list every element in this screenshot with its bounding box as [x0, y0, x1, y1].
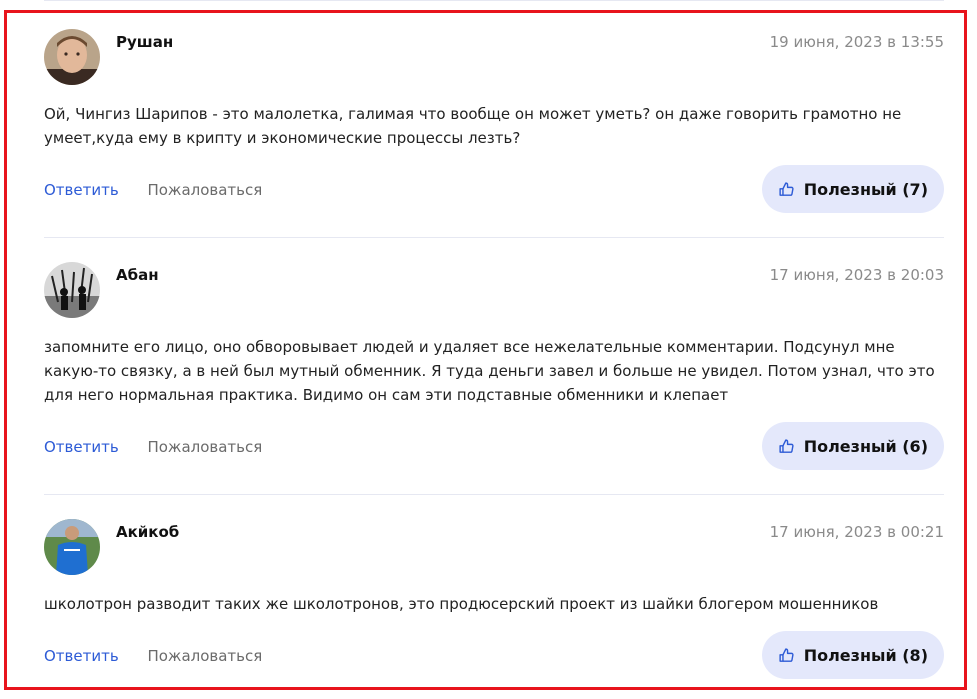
thumbs-up-icon [778, 647, 795, 664]
reply-link[interactable]: Ответить [44, 438, 119, 456]
user-avatar[interactable] [44, 519, 100, 575]
useful-button[interactable]: Полезный (6) [761, 422, 944, 470]
comment-text: школотрон разводит таких же школотронов,… [44, 595, 879, 613]
comment-author: Акйкоб [116, 523, 180, 541]
comment-date: 17 июня, 2023 в 20:03 [769, 266, 944, 284]
comment-actions: Ответить Пожаловаться [44, 181, 262, 199]
comment-actions: Ответить Пожаловаться [44, 438, 262, 456]
comment-date: 19 июня, 2023 в 13:55 [769, 33, 944, 51]
useful-label: Полезный (8) [803, 645, 928, 665]
comment-text: запомните его лицо, оно обворовывает люд… [44, 338, 935, 404]
useful-button[interactable]: Полезный (7) [761, 165, 944, 213]
useful-label: Полезный (7) [803, 179, 928, 199]
thumbs-up-icon [778, 181, 795, 198]
report-link[interactable]: Пожаловаться [147, 181, 262, 199]
comment-date: 17 июня, 2023 в 00:21 [769, 523, 944, 541]
reply-link[interactable]: Ответить [44, 181, 119, 199]
comment-text: Ой, Чингиз Шарипов - это малолетка, гали… [44, 105, 902, 147]
comment-author: Абан [116, 266, 159, 284]
comment-actions: Ответить Пожаловаться [44, 647, 262, 665]
report-link[interactable]: Пожаловаться [147, 438, 262, 456]
useful-button[interactable]: Полезный (8) [761, 631, 944, 679]
top-divider [44, 0, 944, 1]
thumbs-up-icon [778, 438, 795, 455]
comment-divider [44, 494, 944, 495]
report-link[interactable]: Пожаловаться [147, 647, 262, 665]
user-avatar[interactable] [44, 29, 100, 85]
comment-divider [44, 237, 944, 238]
useful-label: Полезный (6) [803, 436, 928, 456]
reply-link[interactable]: Ответить [44, 647, 119, 665]
user-avatar[interactable] [44, 262, 100, 318]
comment-author: Рушан [116, 33, 174, 51]
